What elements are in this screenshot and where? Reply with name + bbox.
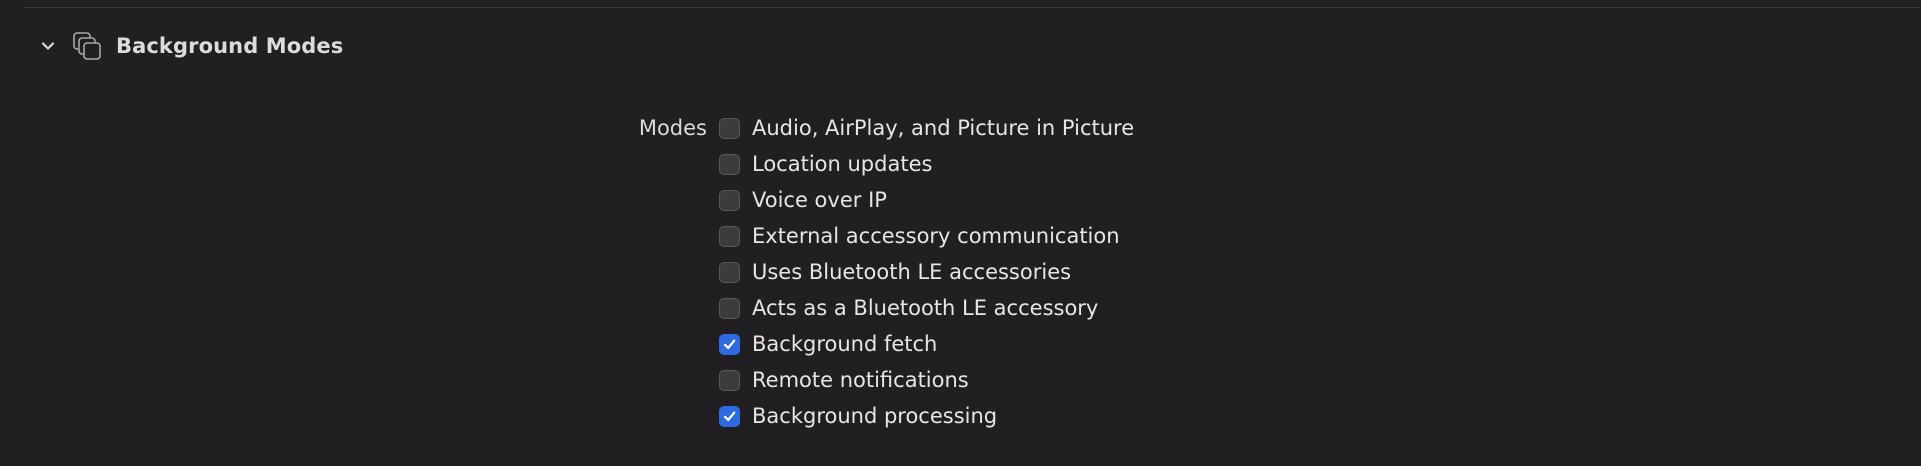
- mode-checkbox[interactable]: [719, 369, 740, 391]
- mode-option-uses-bluetooth-le[interactable]: Uses Bluetooth LE accessories: [719, 254, 1134, 290]
- mode-option-label: Acts as a Bluetooth LE accessory: [752, 296, 1099, 320]
- modes-checkbox-list: Audio, AirPlay, and Picture in Picture L…: [719, 110, 1134, 434]
- mode-option-external-accessory[interactable]: External accessory communication: [719, 218, 1134, 254]
- mode-option-label: Background fetch: [752, 332, 938, 356]
- mode-option-remote-notifications[interactable]: Remote notifications: [719, 362, 1134, 398]
- modes-label: Modes: [638, 116, 707, 140]
- mode-checkbox[interactable]: [719, 189, 740, 211]
- mode-checkbox[interactable]: [719, 117, 740, 139]
- mode-checkbox[interactable]: [719, 261, 740, 283]
- mode-checkbox[interactable]: [719, 153, 740, 175]
- section-divider: [25, 7, 1921, 8]
- mode-option-acts-as-bluetooth-le[interactable]: Acts as a Bluetooth LE accessory: [719, 290, 1134, 326]
- mode-option-label: Background processing: [752, 404, 998, 428]
- mode-option-label: Remote notifications: [752, 368, 969, 392]
- mode-option-background-fetch[interactable]: Background fetch: [719, 326, 1134, 362]
- mode-option-background-processing[interactable]: Background processing: [719, 398, 1134, 434]
- mode-option-label: Voice over IP: [752, 188, 887, 212]
- mode-checkbox[interactable]: [719, 225, 740, 247]
- stacked-windows-icon: [70, 29, 104, 63]
- mode-option-voice-over-ip[interactable]: Voice over IP: [719, 182, 1134, 218]
- mode-checkbox[interactable]: [719, 333, 740, 355]
- mode-option-audio-airplay-pip[interactable]: Audio, AirPlay, and Picture in Picture: [719, 110, 1134, 146]
- mode-option-label: Uses Bluetooth LE accessories: [752, 260, 1072, 284]
- mode-option-label: External accessory communication: [752, 224, 1120, 248]
- mode-option-label: Location updates: [752, 152, 933, 176]
- section-title: Background Modes: [116, 34, 344, 58]
- mode-option-location-updates[interactable]: Location updates: [719, 146, 1134, 182]
- mode-checkbox[interactable]: [719, 405, 740, 427]
- mode-checkbox[interactable]: [719, 297, 740, 319]
- background-modes-section-header[interactable]: Background Modes: [36, 28, 343, 64]
- mode-option-label: Audio, AirPlay, and Picture in Picture: [752, 116, 1135, 140]
- chevron-down-icon[interactable]: [36, 34, 60, 58]
